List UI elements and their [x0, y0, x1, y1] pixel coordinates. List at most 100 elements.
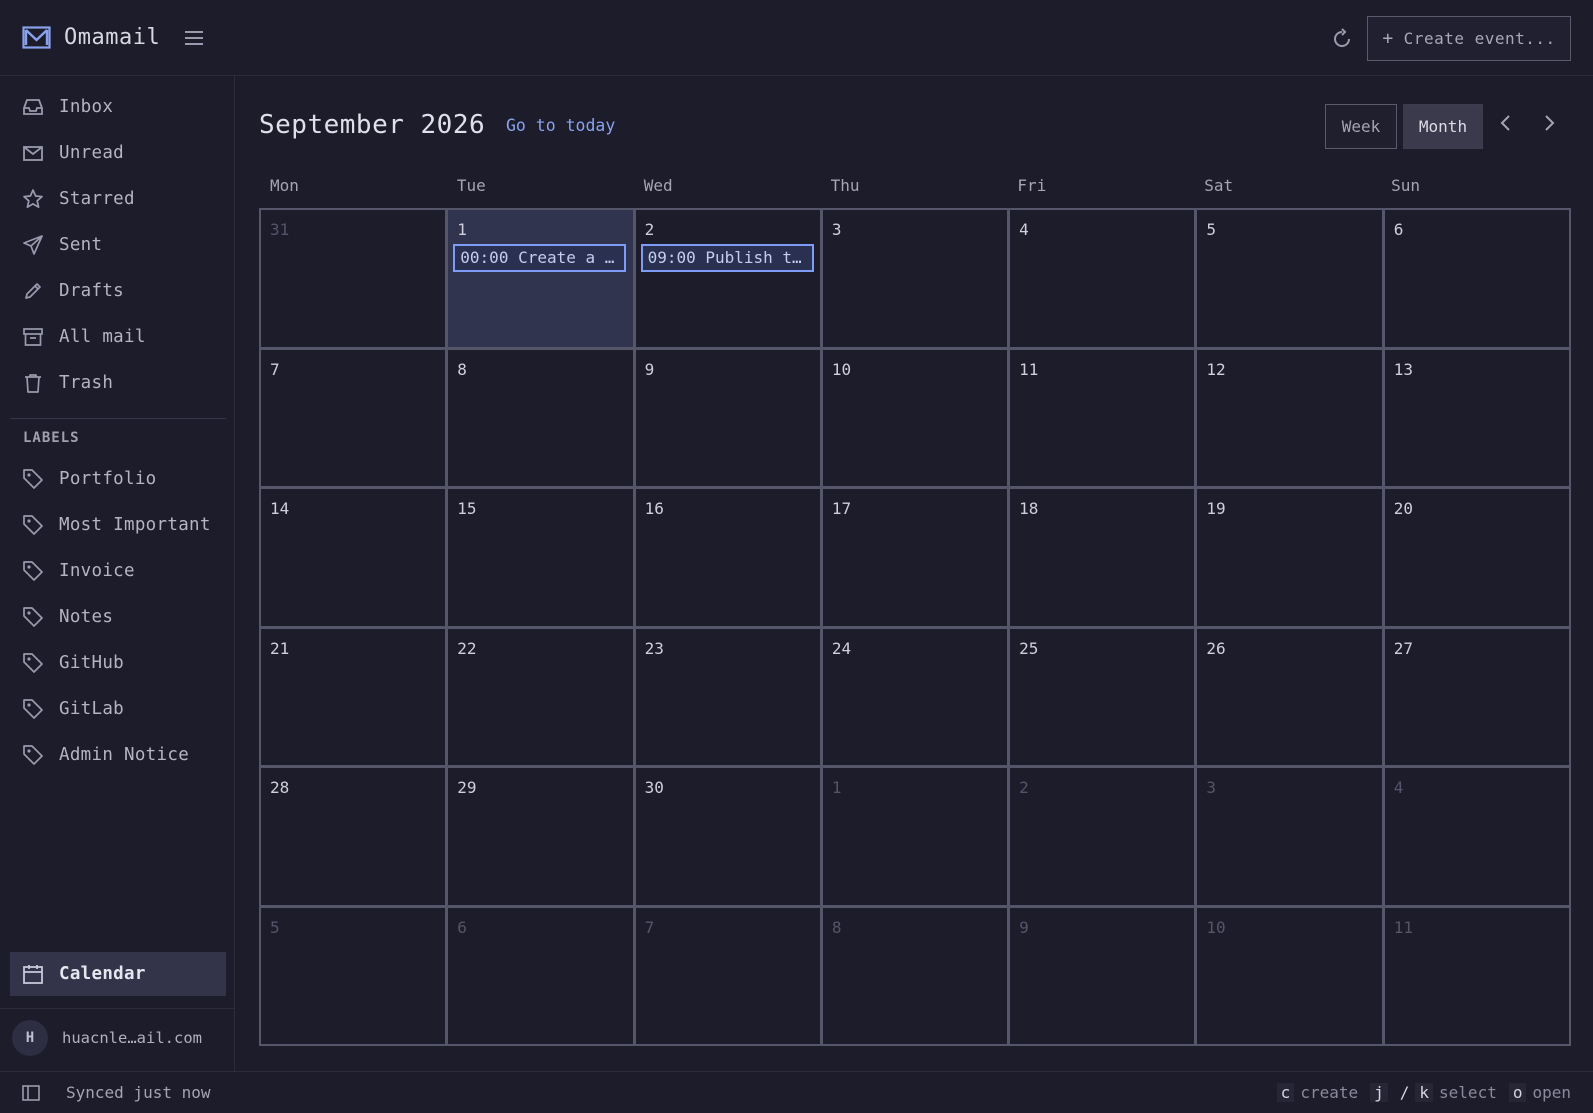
day-cell[interactable]: 21 — [261, 628, 446, 765]
day-cell[interactable]: 24 — [822, 628, 1008, 765]
sidebar-item-invoice[interactable]: Invoice — [10, 551, 226, 591]
day-cell[interactable]: 6 — [1384, 210, 1569, 347]
chevron-right-icon[interactable] — [1540, 112, 1558, 134]
day-number: 1 — [831, 778, 842, 797]
day-cell[interactable]: 27 — [1384, 628, 1569, 765]
day-cell[interactable]: 2 — [1010, 768, 1195, 905]
sidebar-item-label: All mail — [59, 327, 146, 347]
day-cell[interactable]: 12 — [1197, 349, 1382, 486]
day-number: 6 — [457, 917, 467, 937]
sidebar-item-label: Portfolio — [59, 469, 157, 489]
sidebar-item-label: Admin Notice — [59, 745, 190, 765]
sidebar: Inbox Unread Starred Sent Drafts All mai… — [0, 76, 235, 1071]
day-cell[interactable]: 15 — [448, 489, 633, 626]
weekday-label: Sat — [1204, 176, 1234, 195]
day-cell[interactable]: 17 — [822, 489, 1008, 626]
day-cell[interactable]: 3 — [822, 210, 1008, 347]
day-cell[interactable]: 20 — [1384, 489, 1569, 626]
sidebar-item-label: Calendar — [59, 964, 146, 984]
day-number: 10 — [1206, 917, 1226, 937]
day-cell[interactable]: 7 — [261, 349, 446, 486]
sidebar-item-starred[interactable]: Starred — [10, 179, 226, 219]
day-cell[interactable]: 18 — [1010, 489, 1195, 626]
sidebar-toggle-icon[interactable] — [22, 1084, 40, 1101]
sidebar-item-gitlab[interactable]: GitLab — [10, 689, 226, 729]
day-cell[interactable]: 11 — [1384, 907, 1569, 1044]
calendar-event[interactable]: 09:00 Publish t… — [640, 244, 814, 272]
day-cell[interactable]: 13 — [1384, 349, 1569, 486]
day-cell[interactable]: 29 — [448, 768, 633, 905]
sidebar-item-calendar[interactable]: Calendar — [10, 952, 226, 996]
day-cell[interactable]: 8 — [448, 349, 633, 486]
sidebar-item-all-mail[interactable]: All mail — [10, 317, 226, 357]
sidebar-item-label: GitHub — [59, 653, 125, 673]
inbox-icon — [23, 99, 43, 115]
day-number: 3 — [831, 220, 842, 239]
account-switcher[interactable]: H huacnle…ail.com — [12, 1020, 202, 1056]
day-cell[interactable]: 23 — [635, 628, 820, 765]
day-cell[interactable]: 6 — [448, 907, 633, 1044]
day-cell[interactable]: 5 — [1197, 210, 1382, 347]
day-number: 2 — [1019, 778, 1029, 797]
hamburger-menu-icon[interactable] — [184, 30, 204, 46]
refresh-icon[interactable] — [1331, 27, 1353, 50]
day-number: 26 — [1206, 638, 1226, 658]
day-cell[interactable]: 10 — [822, 349, 1008, 486]
month-view-button[interactable]: Month — [1403, 104, 1483, 149]
day-cell[interactable]: 1 — [822, 768, 1008, 905]
sidebar-item-label: Notes — [59, 607, 114, 627]
sidebar-item-notes[interactable]: Notes — [10, 597, 226, 637]
day-cell[interactable]: 9 — [1010, 907, 1195, 1044]
day-cell[interactable]: 25 — [1010, 628, 1195, 765]
day-number: 10 — [831, 359, 852, 379]
day-cell[interactable]: 22 — [448, 628, 633, 765]
sidebar-item-trash[interactable]: Trash — [10, 363, 226, 403]
day-cell[interactable]: 10 — [1197, 907, 1382, 1044]
sidebar-item-portfolio[interactable]: Portfolio — [10, 459, 226, 499]
day-number: 22 — [457, 638, 477, 658]
day-cell[interactable]: 30 — [635, 768, 820, 905]
sidebar-item-inbox[interactable]: Inbox — [10, 87, 226, 127]
day-cell[interactable]: 14 — [261, 489, 446, 626]
calendar-event[interactable]: 00:00 Create a … — [453, 244, 627, 272]
create-event-button[interactable]: + Create event... — [1367, 16, 1571, 61]
send-icon — [23, 235, 43, 255]
day-cell[interactable]: 11 — [1010, 349, 1195, 486]
day-number: 11 — [1393, 917, 1413, 937]
day-cell[interactable]: 5 — [261, 907, 446, 1044]
tag-icon — [23, 469, 43, 489]
sidebar-item-unread[interactable]: Unread — [10, 133, 226, 173]
day-cell[interactable]: 4 — [1384, 768, 1569, 905]
day-cell[interactable]: 9 — [635, 349, 820, 486]
day-cell[interactable]: 1 00:00 Create a … — [448, 210, 633, 347]
sidebar-item-admin-notice[interactable]: Admin Notice — [10, 735, 226, 775]
day-cell[interactable]: 2 09:00 Publish t… — [635, 210, 820, 347]
sidebar-item-label: Inbox — [59, 97, 114, 117]
day-cell[interactable]: 4 — [1010, 210, 1195, 347]
top-bar: Omamail + Create event... — [0, 0, 1593, 76]
day-cell[interactable]: 16 — [635, 489, 820, 626]
day-cell[interactable]: 3 — [1197, 768, 1382, 905]
sidebar-item-drafts[interactable]: Drafts — [10, 271, 226, 311]
day-number: 18 — [1019, 499, 1039, 518]
week-view-button[interactable]: Week — [1325, 104, 1397, 149]
go-to-today-link[interactable]: Go to today — [506, 116, 615, 135]
day-cell[interactable]: 19 — [1197, 489, 1382, 626]
day-number: 25 — [1019, 638, 1039, 658]
chevron-left-icon[interactable] — [1497, 112, 1515, 134]
day-cell[interactable]: 7 — [635, 907, 820, 1044]
day-number: 12 — [1206, 359, 1226, 379]
sidebar-item-sent[interactable]: Sent — [10, 225, 226, 265]
mail-icon — [23, 146, 43, 161]
day-cell[interactable]: 26 — [1197, 628, 1382, 765]
day-cell[interactable]: 8 — [822, 907, 1008, 1044]
day-cell[interactable]: 31 — [261, 210, 446, 347]
sidebar-item-most-important[interactable]: Most Important — [10, 505, 226, 545]
labels-heading: LABELS — [23, 430, 80, 446]
avatar: H — [12, 1020, 48, 1056]
day-cell[interactable]: 28 — [261, 768, 446, 905]
sidebar-item-github[interactable]: GitHub — [10, 643, 226, 683]
tag-icon — [23, 561, 43, 581]
sync-status: Synced just now — [66, 1083, 211, 1102]
day-number: 9 — [644, 359, 655, 379]
